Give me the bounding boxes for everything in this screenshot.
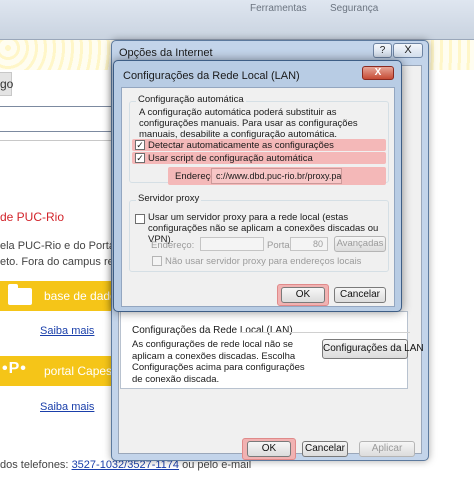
capes-band[interactable]: •P• portal Capes <box>0 356 120 386</box>
close-button[interactable]: X <box>393 43 423 58</box>
section-text-line: eto. Fora do campus requ <box>0 256 126 268</box>
close-button[interactable]: X <box>362 66 394 80</box>
lan-group-description: As configurações de rede local não se ap… <box>132 339 305 385</box>
ok-button[interactable]: OK <box>281 287 325 303</box>
browser-toolbar: Ferramentas Segurança <box>0 0 474 40</box>
cancel-button[interactable]: Cancelar <box>334 287 386 303</box>
divider <box>0 140 120 141</box>
help-button[interactable]: ? <box>373 43 392 58</box>
apply-button[interactable]: Aplicar <box>359 441 415 457</box>
page-tab-label: go <box>0 77 14 91</box>
detect-settings-label[interactable]: Detectar automaticamente as configuraçõe… <box>148 140 334 151</box>
lan-settings-button[interactable]: Configurações da LAN <box>322 339 424 359</box>
toolbar-security-label[interactable]: Segurança <box>330 3 378 14</box>
proxy-address-label: Endereço: <box>151 240 195 251</box>
lan-group-title: Configurações da Rede Local (LAN) <box>132 325 293 336</box>
footer-text-lead: dos telefones: <box>0 459 72 471</box>
auto-config-description: A configuração automática poderá substit… <box>139 107 358 140</box>
proxy-port-input[interactable]: 80 <box>290 237 328 251</box>
capes-band-label: portal Capes <box>44 364 113 378</box>
detect-settings-checkbox[interactable]: ✓ <box>135 140 145 150</box>
database-band[interactable]: base de dados <box>0 281 123 311</box>
script-address-input[interactable]: c://www.dbd.puc-rio.br/proxy.pac <box>211 168 342 184</box>
use-script-label[interactable]: Usar script de configuração automática <box>148 153 313 164</box>
script-address-label: Endereço <box>175 171 216 182</box>
bypass-local-label[interactable]: Não usar servidor proxy para endereços l… <box>165 256 361 267</box>
saiba-mais-link[interactable]: Saiba mais <box>40 401 94 413</box>
use-proxy-checkbox[interactable] <box>135 214 145 224</box>
capes-logo-icon: •P• <box>2 360 27 377</box>
divider <box>240 332 410 333</box>
dialog-body: Configuração automática A configuração a… <box>121 87 395 307</box>
proxy-address-input[interactable] <box>200 237 264 251</box>
proxy-port-label: Porta: <box>267 240 293 251</box>
saiba-mais-link[interactable]: Saiba mais <box>40 325 94 337</box>
dialog-title: Opções da Internet <box>119 47 213 59</box>
cancel-button[interactable]: Cancelar <box>302 441 348 457</box>
folder-icon <box>8 284 32 305</box>
bypass-local-checkbox[interactable] <box>152 256 162 266</box>
toolbar-tools-label[interactable]: Ferramentas <box>250 3 307 14</box>
section-title: de PUC-Rio <box>0 210 65 224</box>
auto-config-group-title: Configuração automática <box>136 94 246 105</box>
page-tab[interactable]: go <box>0 72 14 96</box>
section-text-line: ela PUC-Rio e do Portal C <box>0 240 129 252</box>
advanced-button[interactable]: Avançadas <box>334 236 386 252</box>
search-input[interactable] <box>0 106 120 132</box>
proxy-server-group-title: Servidor proxy <box>136 193 202 204</box>
lan-settings-dialog: Configurações da Rede Local (LAN) X Conf… <box>113 60 402 312</box>
ok-button[interactable]: OK <box>247 441 291 457</box>
use-script-checkbox[interactable]: ✓ <box>135 153 145 163</box>
dialog-title: Configurações da Rede Local (LAN) <box>123 70 300 82</box>
